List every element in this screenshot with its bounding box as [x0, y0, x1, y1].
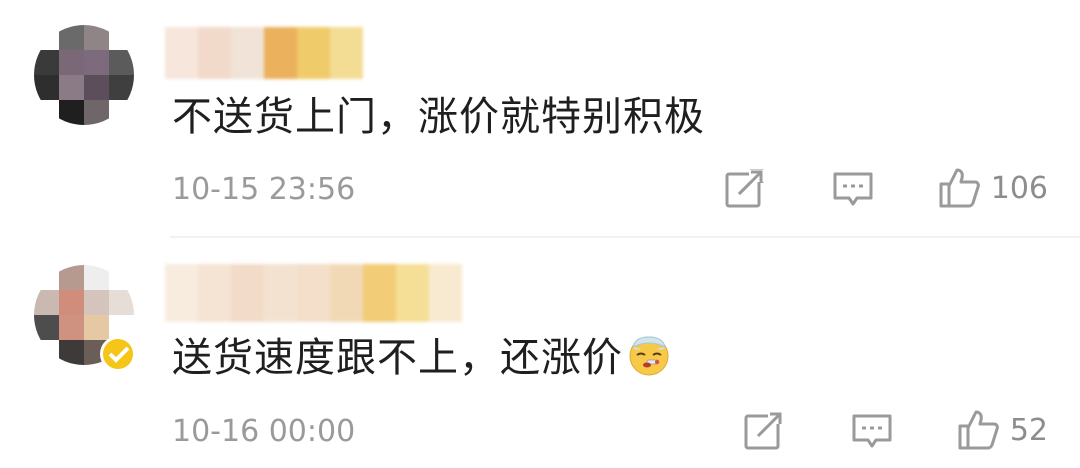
like-button[interactable]: 106	[937, 166, 1048, 210]
username-pixel	[297, 264, 330, 322]
username-pixel	[363, 264, 396, 322]
avatar-pixel	[34, 265, 59, 290]
comment-text-content: 送货速度跟不上，还涨价	[172, 335, 623, 381]
share-icon[interactable]	[742, 408, 786, 452]
avatar-pixel	[109, 50, 134, 75]
comment-timestamp: 10-16 00:00	[172, 414, 356, 449]
username-pixel	[264, 27, 297, 79]
comment-item[interactable]: 不送货上门，涨价就特别积极 10-15 23:56 106	[0, 0, 1080, 236]
avatar-pixel	[34, 75, 59, 100]
username-pixel	[297, 27, 330, 79]
avatar-pixel	[84, 50, 109, 75]
thermometer-face-emoji	[629, 336, 669, 376]
thumbs-up-icon	[939, 168, 980, 208]
avatar-pixel	[59, 75, 84, 100]
like-count: 106	[990, 170, 1048, 206]
username-pixel	[231, 27, 264, 79]
share-icon[interactable]	[723, 166, 767, 210]
like-count: 52	[1009, 412, 1048, 448]
username-pixel	[330, 27, 363, 79]
avatar-pixel	[59, 290, 84, 315]
avatar-pixel	[84, 265, 109, 290]
avatar-pixel	[59, 265, 84, 290]
avatar-pixel	[59, 315, 84, 340]
thumbs-up-icon	[958, 410, 999, 450]
like-button[interactable]: 52	[956, 408, 1048, 452]
comment-text: 送货速度跟不上，还涨价	[172, 333, 671, 382]
avatar-pixel	[34, 340, 59, 365]
username-pixel	[396, 264, 429, 322]
avatar-pixel	[84, 100, 109, 125]
comment-actions: 52	[742, 408, 1048, 452]
avatar-pixel	[59, 25, 84, 50]
avatar-pixel	[109, 265, 134, 290]
username-pixel	[231, 264, 264, 322]
comment-reply-icon[interactable]	[850, 408, 894, 452]
username-pixel	[264, 264, 297, 322]
avatar[interactable]	[34, 25, 134, 125]
avatar-pixel	[34, 50, 59, 75]
comment-text: 不送货上门，涨价就特别积极	[172, 94, 705, 140]
avatar-pixel	[109, 25, 134, 50]
avatar-pixel	[34, 25, 59, 50]
avatar-pixel	[34, 100, 59, 125]
username[interactable]	[165, 27, 363, 79]
avatar-pixel	[84, 75, 109, 100]
username-pixel	[198, 264, 231, 322]
avatar-pixel	[59, 100, 84, 125]
avatar-pixel	[84, 315, 109, 340]
avatar-pixel	[34, 290, 59, 315]
comment-actions: 106	[723, 166, 1048, 210]
avatar-pixel	[109, 290, 134, 315]
avatar-pixel	[34, 315, 59, 340]
username-pixel	[429, 264, 462, 322]
username-pixel	[330, 264, 363, 322]
avatar-pixel	[59, 50, 84, 75]
username-pixel	[165, 264, 198, 322]
avatar-pixel	[84, 290, 109, 315]
avatar-pixel	[59, 340, 84, 365]
username[interactable]	[165, 264, 462, 322]
verified-badge-icon	[100, 336, 136, 372]
comment-item[interactable]: 送货速度跟不上，还涨价 10-16 00:00 52	[0, 238, 1080, 468]
username-pixel	[198, 27, 231, 79]
username-pixel	[165, 27, 198, 79]
avatar-pixel	[109, 75, 134, 100]
comment-reply-icon[interactable]	[831, 166, 875, 210]
avatar-pixel	[109, 100, 134, 125]
avatar-pixel	[84, 25, 109, 50]
comment-timestamp: 10-15 23:56	[172, 172, 356, 207]
